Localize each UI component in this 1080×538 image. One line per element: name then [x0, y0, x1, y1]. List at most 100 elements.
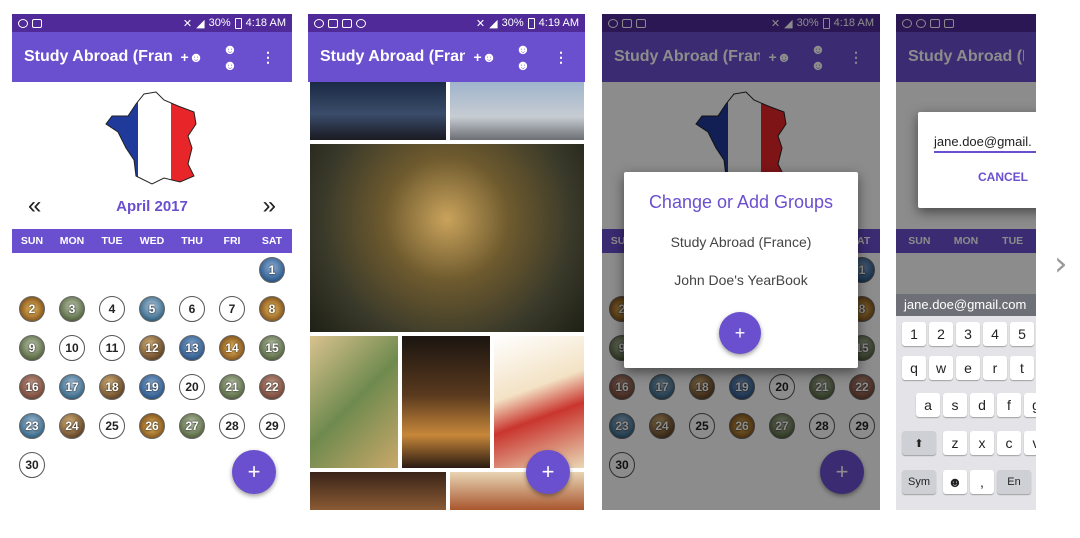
key[interactable]: 2 [929, 322, 953, 346]
emoji-key[interactable]: ☻ [943, 470, 967, 494]
cancel-button[interactable]: CANCEL [978, 170, 1028, 184]
weekday-label: FRI [223, 235, 241, 247]
group-icon[interactable]: ☻☻ [218, 41, 242, 73]
battery-percent: 30% [208, 17, 231, 29]
enter-key[interactable]: En [997, 470, 1031, 494]
symbols-key[interactable]: Sym [902, 470, 936, 494]
calendar-day[interactable]: 1 [259, 257, 285, 283]
image-notification-icon [32, 18, 42, 28]
battery-icon [234, 17, 242, 29]
photo-tile[interactable] [450, 82, 584, 140]
mute-icon: ✕ [182, 17, 193, 30]
group-icon[interactable]: ☻☻ [511, 41, 535, 73]
screenshot-carousel: ✕ ◢ 30% 4:18 AM Study Abroad (Franc… +☻ … [0, 0, 1080, 538]
chat-notification-icon [356, 18, 366, 28]
key[interactable]: w [929, 356, 953, 380]
app-title: Study Abroad (Franc… [24, 48, 172, 65]
calendar-day[interactable]: 6 [179, 296, 205, 322]
status-bar: ✕ ◢ 30% 4:18 AM [12, 14, 292, 32]
calendar-day[interactable]: 9 [19, 335, 45, 361]
month-label: April 2017 [116, 197, 188, 215]
calendar-day[interactable]: 15 [259, 335, 285, 361]
key[interactable]: t [1010, 356, 1034, 380]
gallery-screen: ✕ ◢ 30% 4:19 AM Study Abroad (Franc… +☻ … [308, 14, 585, 510]
app-bar: Study Abroad (Franc… +☻ ☻☻ ⋮ [308, 32, 585, 82]
calendar-day[interactable]: 24 [59, 413, 85, 439]
calendar-day[interactable]: 13 [179, 335, 205, 361]
add-group-button[interactable]: + [719, 312, 761, 354]
key[interactable]: f [997, 393, 1021, 417]
group-option[interactable]: John Doe's YearBook [624, 272, 858, 288]
month-navigation: « April 2017 » [12, 194, 292, 218]
carousel-next-icon[interactable]: › [1054, 244, 1068, 284]
person-add-icon[interactable]: +☻ [473, 49, 497, 65]
signal-icon: ◢ [196, 17, 205, 30]
app-title: Study Abroad (Franc… [320, 48, 465, 65]
calendar-day[interactable]: 27 [179, 413, 205, 439]
more-vert-icon[interactable]: ⋮ [549, 49, 573, 66]
calendar-day[interactable]: 11 [99, 335, 125, 361]
more-vert-icon[interactable]: ⋮ [256, 49, 280, 66]
group-option[interactable]: Study Abroad (France) [624, 234, 858, 250]
next-month-button[interactable]: » [263, 194, 276, 218]
calendar-day[interactable]: 19 [139, 374, 165, 400]
key[interactable]: 4 [983, 322, 1007, 346]
weekday-label: THU [181, 235, 203, 247]
photo-tile[interactable] [310, 82, 446, 140]
photo-tile[interactable] [310, 336, 398, 468]
calendar-day[interactable]: 16 [19, 374, 45, 400]
photo-tile[interactable] [310, 472, 446, 510]
calendar-day[interactable]: 7 [219, 296, 245, 322]
calendar-day[interactable]: 29 [259, 413, 285, 439]
calendar-day[interactable]: 8 [259, 296, 285, 322]
clock: 4:19 AM [538, 17, 579, 29]
key[interactable]: g [1024, 393, 1036, 417]
calendar-day[interactable]: 2 [19, 296, 45, 322]
calendar-day[interactable]: 25 [99, 413, 125, 439]
calendar-day[interactable]: 5 [139, 296, 165, 322]
calendar-day[interactable]: 17 [59, 374, 85, 400]
calendar-day[interactable]: 21 [219, 374, 245, 400]
autocomplete-suggestion[interactable]: jane.doe@gmail.com [896, 294, 1036, 316]
calendar-day[interactable]: 14 [219, 335, 245, 361]
key[interactable]: 5 [1010, 322, 1034, 346]
key[interactable]: v [1024, 431, 1036, 455]
calendar-day[interactable]: 26 [139, 413, 165, 439]
photo-tile[interactable] [402, 336, 490, 468]
calendar-day[interactable]: 3 [59, 296, 85, 322]
key[interactable]: a [916, 393, 940, 417]
add-photo-fab[interactable]: + [232, 450, 276, 494]
weekday-label: SUN [20, 235, 44, 247]
key[interactable]: z [943, 431, 967, 455]
key[interactable]: x [970, 431, 994, 455]
calendar-day[interactable]: 30 [19, 452, 45, 478]
calendar-day[interactable]: 12 [139, 335, 165, 361]
key[interactable]: d [970, 393, 994, 417]
email-field[interactable]: jane.doe@gmail. [934, 134, 1036, 153]
person-add-icon[interactable]: +☻ [180, 49, 204, 65]
calendar-day[interactable]: 23 [19, 413, 45, 439]
key[interactable]: e [956, 356, 980, 380]
app-bar: Study Abroad (Franc… +☻ ☻☻ ⋮ [12, 32, 292, 82]
battery-percent: 30% [501, 17, 524, 29]
image-notification-icon [342, 18, 352, 28]
comma-key[interactable]: , [970, 470, 994, 494]
calendar-day[interactable]: 4 [99, 296, 125, 322]
key[interactable]: 3 [956, 322, 980, 346]
photo-tile[interactable] [494, 336, 584, 468]
key[interactable]: q [902, 356, 926, 380]
key[interactable]: c [997, 431, 1021, 455]
shift-key[interactable]: ⬆ [902, 431, 936, 455]
calendar-day[interactable]: 28 [219, 413, 245, 439]
calendar-day[interactable]: 10 [59, 335, 85, 361]
calendar-day[interactable]: 20 [179, 374, 205, 400]
battery-icon [527, 17, 535, 29]
calendar-day[interactable]: 18 [99, 374, 125, 400]
key[interactable]: r [983, 356, 1007, 380]
add-photo-fab[interactable]: + [526, 450, 570, 494]
key[interactable]: s [943, 393, 967, 417]
key[interactable]: 1 [902, 322, 926, 346]
prev-month-button[interactable]: « [28, 194, 41, 218]
photo-tile[interactable] [310, 144, 584, 332]
calendar-day[interactable]: 22 [259, 374, 285, 400]
